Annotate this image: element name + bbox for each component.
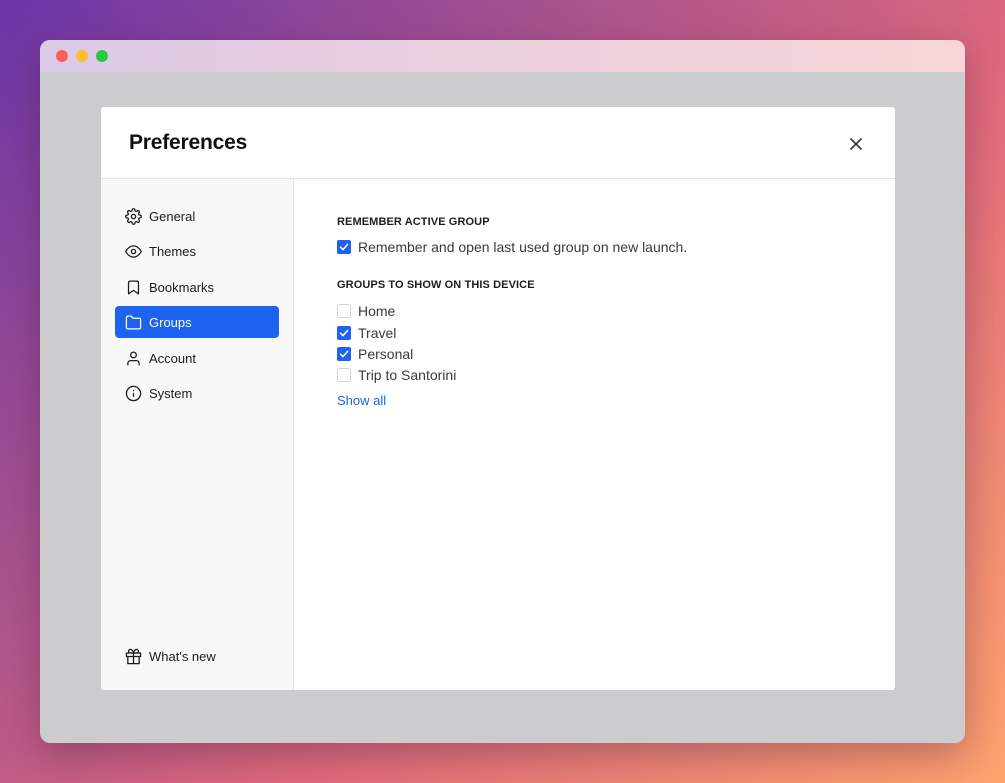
sidebar-item-general[interactable]: General: [115, 200, 279, 232]
sidebar-item-label: Bookmarks: [149, 279, 215, 295]
gear-icon: [125, 207, 142, 225]
sidebar: General Themes Bookmarks Groups Account …: [101, 179, 294, 690]
checkmark-icon: [339, 243, 349, 251]
folder-icon: [125, 314, 142, 331]
show-all-link[interactable]: Show all: [337, 393, 386, 408]
dialog-header: Preferences: [101, 107, 895, 179]
app-window: Preferences General Themes Bookmarks Gro…: [40, 40, 965, 743]
sidebar-item-account[interactable]: Account: [115, 342, 279, 374]
eye-icon: [125, 243, 142, 260]
sidebar-item-whats-new[interactable]: What's new: [115, 640, 279, 672]
group-item-home[interactable]: Home: [337, 303, 395, 319]
group-checkbox[interactable]: [337, 347, 351, 361]
group-label: Home: [358, 303, 396, 319]
sidebar-item-system[interactable]: System: [115, 377, 279, 409]
groups-settings-panel: REMEMBER ACTIVE GROUP Remember and open …: [294, 179, 895, 690]
group-checkbox[interactable]: [337, 304, 351, 318]
sidebar-item-label: General: [149, 208, 196, 224]
remember-last-group-option[interactable]: Remember and open last used group on new…: [337, 239, 687, 255]
sidebar-item-groups[interactable]: Groups: [115, 306, 279, 338]
sidebar-item-label: Themes: [149, 243, 196, 259]
checkmark-icon: [339, 329, 349, 337]
zoom-window-button[interactable]: [96, 50, 108, 62]
sidebar-item-themes[interactable]: Themes: [115, 235, 279, 267]
close-button[interactable]: [845, 133, 867, 155]
gift-icon: [125, 648, 142, 665]
bookmark-icon: [125, 279, 142, 296]
group-label: Trip to Santorini: [358, 367, 457, 383]
title-bar: [40, 40, 965, 72]
group-label: Travel: [358, 325, 397, 341]
close-window-button[interactable]: [56, 50, 68, 62]
close-icon: [850, 138, 862, 150]
sidebar-item-bookmarks[interactable]: Bookmarks: [115, 271, 279, 303]
groups-to-show-heading: GROUPS TO SHOW ON THIS DEVICE: [337, 279, 535, 291]
group-checkbox[interactable]: [337, 368, 351, 382]
sidebar-item-label: What's new: [149, 648, 216, 664]
remember-last-group-checkbox[interactable]: [337, 240, 351, 254]
remember-active-group-heading: REMEMBER ACTIVE GROUP: [337, 216, 490, 228]
sidebar-item-label: Groups: [149, 314, 192, 330]
group-item-travel[interactable]: Travel: [337, 325, 396, 341]
group-label: Personal: [358, 346, 414, 362]
group-checkbox[interactable]: [337, 326, 351, 340]
user-icon: [125, 350, 142, 367]
minimize-window-button[interactable]: [76, 50, 88, 62]
group-item-personal[interactable]: Personal: [337, 346, 413, 362]
group-item-trip-to-santorini[interactable]: Trip to Santorini: [337, 367, 456, 383]
preferences-dialog: Preferences General Themes Bookmarks Gro…: [101, 107, 895, 690]
remember-last-group-label: Remember and open last used group on new…: [358, 239, 688, 255]
dialog-title: Preferences: [129, 131, 248, 154]
sidebar-item-label: Account: [149, 350, 196, 366]
info-icon: [125, 385, 142, 402]
checkmark-icon: [339, 350, 349, 358]
sidebar-item-label: System: [149, 385, 193, 401]
